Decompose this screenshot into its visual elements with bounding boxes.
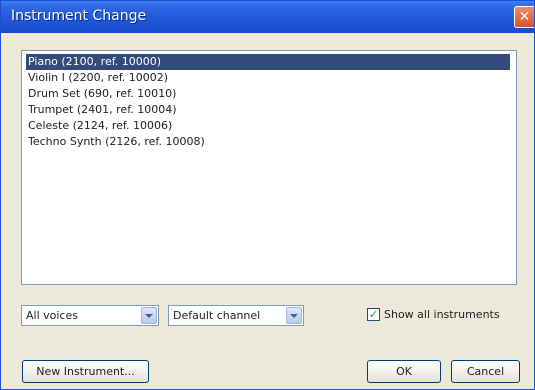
instrument-list-item[interactable]: Piano (2100, ref. 10000): [26, 54, 510, 70]
checkmark-icon: ✓: [368, 308, 379, 321]
instrument-list-item[interactable]: Techno Synth (2126, ref. 10008): [26, 134, 510, 150]
show-all-instruments-checkbox[interactable]: ✓: [367, 308, 380, 321]
title-bar[interactable]: Instrument Change ✕: [1, 1, 534, 33]
instrument-list-item[interactable]: Violin I (2200, ref. 10002): [26, 70, 510, 86]
voices-dropdown-value: All voices: [26, 309, 78, 322]
channel-dropdown[interactable]: Default channel: [168, 305, 304, 326]
instrument-list[interactable]: Piano (2100, ref. 10000) Violin I (2200,…: [21, 50, 517, 285]
show-all-instruments-label[interactable]: Show all instruments: [384, 308, 500, 321]
instrument-change-dialog: Instrument Change ✕ Piano (2100, ref. 10…: [0, 0, 535, 390]
voices-dropdown[interactable]: All voices: [21, 305, 159, 326]
ok-button[interactable]: OK: [367, 360, 441, 383]
instrument-list-item[interactable]: Drum Set (690, ref. 10010): [26, 86, 510, 102]
instrument-list-item[interactable]: Trumpet (2401, ref. 10004): [26, 102, 510, 118]
channel-dropdown-value: Default channel: [173, 309, 261, 322]
instrument-list-item[interactable]: Celeste (2124, ref. 10006): [26, 118, 510, 134]
close-button[interactable]: ✕: [514, 6, 534, 28]
close-icon: ✕: [518, 9, 531, 25]
dialog-title: Instrument Change: [11, 8, 147, 24]
dialog-body: Piano (2100, ref. 10000) Violin I (2200,…: [5, 33, 530, 383]
chevron-down-icon: [290, 313, 298, 318]
cancel-button[interactable]: Cancel: [451, 360, 520, 383]
channel-dropdown-button[interactable]: [286, 307, 302, 324]
chevron-down-icon: [145, 313, 153, 318]
new-instrument-button[interactable]: New Instrument...: [22, 360, 149, 383]
voices-dropdown-button[interactable]: [141, 307, 157, 324]
